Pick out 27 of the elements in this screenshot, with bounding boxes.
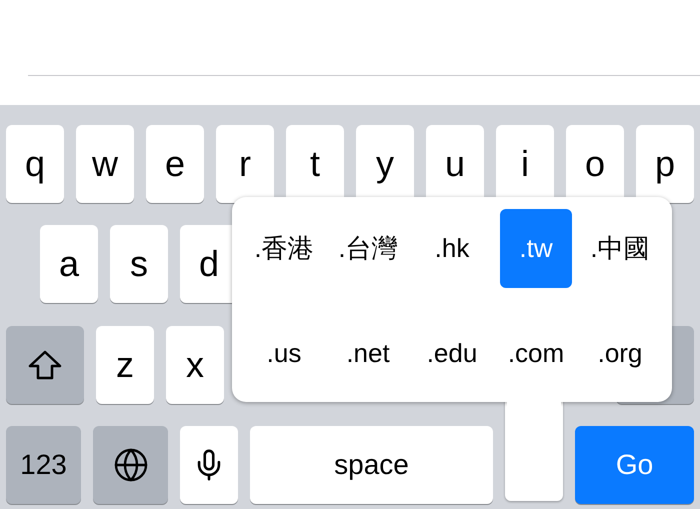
- domain-option[interactable]: .edu: [416, 314, 488, 393]
- letter-key[interactable]: z: [96, 326, 154, 404]
- dictation-key[interactable]: [180, 426, 238, 504]
- domain-option[interactable]: .tw: [500, 209, 572, 288]
- domain-option[interactable]: .com: [500, 314, 572, 393]
- domain-option[interactable]: .net: [332, 314, 404, 393]
- go-key[interactable]: Go: [575, 426, 694, 504]
- shift-icon: [28, 350, 62, 380]
- letter-key[interactable]: p: [636, 125, 694, 203]
- domain-option[interactable]: .中國: [584, 209, 656, 288]
- letter-key[interactable]: e: [146, 125, 204, 203]
- domain-option[interactable]: .org: [584, 314, 656, 393]
- letter-key[interactable]: r: [216, 125, 274, 203]
- domain-option[interactable]: .hk: [416, 209, 488, 288]
- space-key[interactable]: space: [250, 426, 493, 504]
- domain-option[interactable]: .us: [248, 314, 320, 393]
- globe-key[interactable]: [93, 426, 168, 504]
- globe-icon: [112, 447, 148, 483]
- letter-key[interactable]: a: [40, 225, 98, 303]
- letter-key[interactable]: w: [76, 125, 134, 203]
- letter-key[interactable]: x: [166, 326, 224, 404]
- domain-option[interactable]: .台灣: [332, 209, 404, 288]
- letter-key[interactable]: s: [110, 225, 168, 303]
- shift-key[interactable]: [6, 326, 84, 404]
- numbers-key[interactable]: 123: [6, 426, 81, 504]
- letter-key[interactable]: q: [6, 125, 64, 203]
- domain-option[interactable]: .香港: [248, 209, 320, 288]
